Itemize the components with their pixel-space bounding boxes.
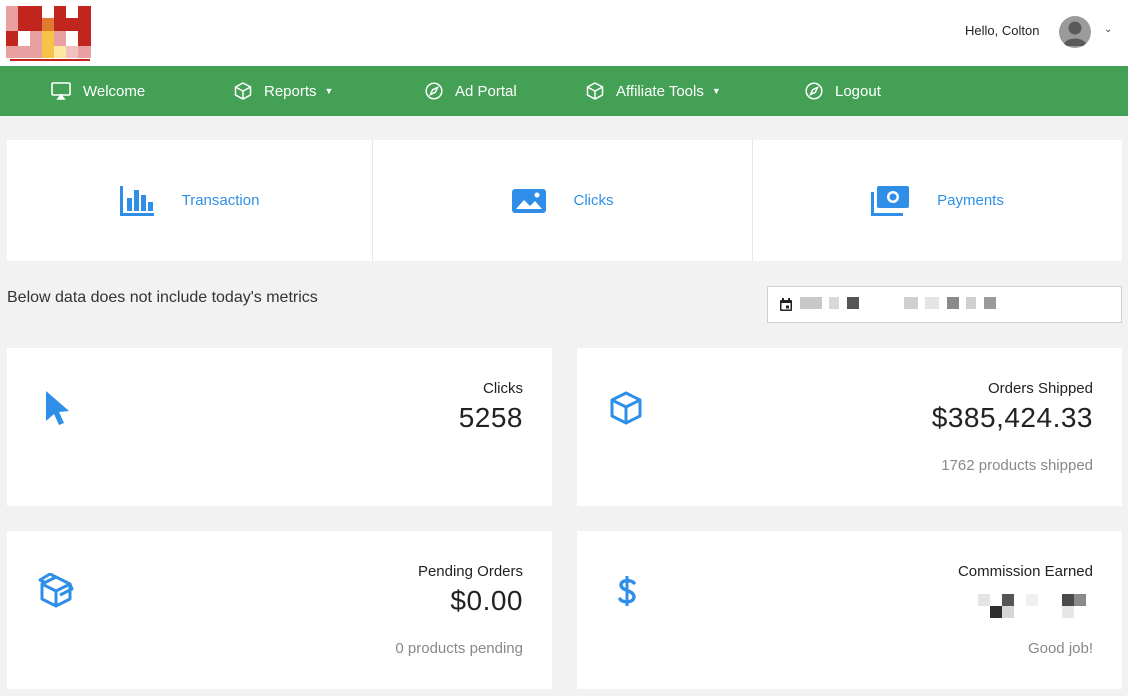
cursor-icon xyxy=(46,391,69,425)
cube-icon xyxy=(234,82,252,100)
quick-links-panel: Transaction Clicks Payments xyxy=(7,140,1122,261)
card-orders-shipped-value: $385,424.33 xyxy=(931,402,1093,433)
quicklink-transaction[interactable]: Transaction xyxy=(7,140,373,261)
card-pending-orders-value: $0.00 xyxy=(450,585,523,616)
caret-down-icon: ▼ xyxy=(711,86,721,96)
nav-logout-label: Logout xyxy=(835,82,881,100)
card-orders-shipped-title: Orders Shipped xyxy=(987,380,1093,397)
user-menu-chevron-icon[interactable]: ⌄ xyxy=(1104,24,1112,35)
redacted-date-range xyxy=(800,296,999,314)
compass-icon xyxy=(425,82,443,100)
nav-welcome-label: Welcome xyxy=(83,82,146,100)
nav-ad-portal[interactable]: Ad Portal xyxy=(425,66,517,116)
money-icon xyxy=(871,185,910,216)
card-clicks: Clicks 5258 xyxy=(7,348,552,506)
monitor-icon xyxy=(51,82,71,100)
quicklink-payments-label: Payments xyxy=(937,192,1004,209)
company-logo[interactable] xyxy=(6,6,91,62)
card-pending-orders-title: Pending Orders xyxy=(417,563,523,580)
avatar[interactable] xyxy=(1059,16,1091,48)
metrics-note: Below data does not include today's metr… xyxy=(7,289,318,306)
user-greeting: Hello, Colton xyxy=(965,23,1040,38)
nav-affiliate-tools[interactable]: Affiliate Tools ▼ xyxy=(586,66,721,116)
card-orders-shipped: Orders Shipped $385,424.33 1762 products… xyxy=(577,348,1122,506)
quicklink-payments[interactable]: Payments xyxy=(753,140,1122,261)
card-orders-shipped-sub: 1762 products shipped xyxy=(941,457,1093,474)
date-range-picker[interactable] xyxy=(767,286,1122,323)
nav-logout[interactable]: Logout xyxy=(805,66,881,116)
card-clicks-value: 5258 xyxy=(458,402,523,433)
caret-down-icon: ▼ xyxy=(324,86,334,96)
main-nav: Welcome Reports ▼ Ad Portal Affiliate To… xyxy=(0,66,1128,116)
user-avatar-icon xyxy=(1063,21,1087,46)
dollar-icon xyxy=(618,576,636,606)
card-pending-orders: Pending Orders $0.00 0 products pending xyxy=(7,531,552,689)
nav-ad-portal-label: Ad Portal xyxy=(455,82,517,100)
card-commission-sub: Good job! xyxy=(1027,640,1093,657)
nav-affiliate-tools-label: Affiliate Tools xyxy=(616,82,704,100)
image-icon xyxy=(511,188,546,213)
card-pending-orders-sub: 0 products pending xyxy=(395,640,523,657)
quicklink-transaction-label: Transaction xyxy=(181,192,260,209)
redacted-commission-value xyxy=(978,594,1088,618)
quicklink-clicks-label: Clicks xyxy=(573,192,614,209)
card-commission-earned: Commission Earned Good job! xyxy=(577,531,1122,689)
calendar-icon xyxy=(780,298,792,311)
top-header: Hello, Colton ⌄ xyxy=(0,0,1128,66)
compass-icon xyxy=(805,82,823,100)
card-commission-title: Commission Earned xyxy=(957,563,1093,580)
nav-welcome[interactable]: Welcome xyxy=(51,66,145,116)
bar-chart-icon xyxy=(119,185,154,216)
quicklink-clicks[interactable]: Clicks xyxy=(373,140,753,261)
cube-icon xyxy=(586,82,604,100)
card-clicks-title: Clicks xyxy=(483,380,523,397)
nav-reports[interactable]: Reports ▼ xyxy=(234,66,333,116)
cube-icon xyxy=(610,391,642,425)
nav-reports-label: Reports xyxy=(264,82,317,100)
open-box-icon xyxy=(38,573,74,608)
